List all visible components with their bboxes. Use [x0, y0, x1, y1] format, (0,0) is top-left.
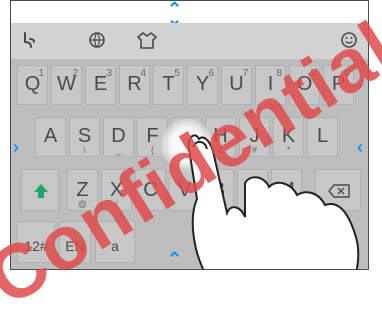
key-sublabel: \: [83, 145, 86, 155]
key-s[interactable]: S \: [69, 117, 100, 157]
gesture-icon[interactable]: [13, 25, 45, 55]
shirt-icon[interactable]: [131, 25, 163, 55]
key-a[interactable]: A: [35, 117, 66, 157]
key-sublabel: 3: [106, 68, 112, 79]
key-w[interactable]: W2: [51, 65, 82, 105]
key-e[interactable]: E3: [85, 65, 116, 105]
key-q[interactable]: Q1: [17, 65, 48, 105]
key-sublabel: 1: [38, 68, 44, 79]
key-label: A: [43, 125, 58, 147]
chevron-up-bottom-icon[interactable]: ⌃: [167, 249, 182, 269]
key-sublabel: 4: [140, 68, 146, 79]
keyboard-top-strip: ⌃ ⌄: [11, 1, 368, 29]
key-sublabel: 2: [72, 68, 78, 79]
key-t[interactable]: T5: [153, 65, 184, 105]
globe-icon[interactable]: [81, 25, 113, 55]
key-sublabel: 5: [174, 68, 180, 79]
chevron-right-icon[interactable]: ›: [13, 137, 19, 158]
key-r[interactable]: R4: [119, 65, 150, 105]
key-sublabel: 6: [208, 68, 214, 79]
